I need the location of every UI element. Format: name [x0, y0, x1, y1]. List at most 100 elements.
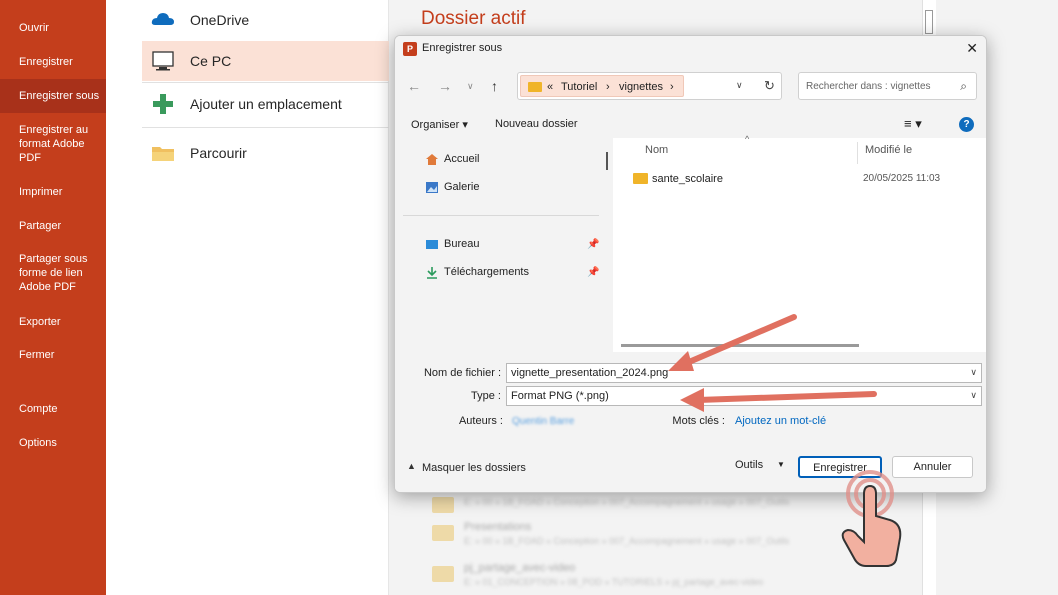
column-header-modified[interactable]: Modifié le: [865, 144, 912, 156]
up-arrow-icon[interactable]: ↑: [491, 78, 498, 94]
new-folder-button[interactable]: Nouveau dossier: [495, 118, 578, 130]
location-onedrive[interactable]: OneDrive: [142, 0, 390, 40]
computer-icon: [152, 51, 174, 71]
column-header-name[interactable]: Nom: [645, 144, 668, 156]
folder-name: Presentations: [464, 521, 532, 533]
breadcrumb-overflow[interactable]: «: [547, 81, 553, 93]
hide-folders-button[interactable]: Masquer les dossiers: [422, 462, 526, 474]
scrollbar[interactable]: [606, 152, 608, 170]
folder-icon: [432, 497, 454, 513]
folder-icon: [528, 82, 542, 92]
forward-arrow-icon[interactable]: →: [438, 78, 452, 94]
keywords-label: Mots clés :: [672, 415, 725, 427]
powerpoint-icon: P: [403, 42, 417, 56]
click-hand-icon: [841, 470, 902, 567]
folder-path: E: » 01_CONCEPTION » 08_POD » TUTORIELS …: [464, 577, 764, 587]
location-label: Ajouter un emplacement: [190, 96, 342, 112]
chevron-down-icon[interactable]: ∨: [736, 80, 743, 91]
menu-partager[interactable]: Partager: [19, 219, 103, 233]
column-separator[interactable]: [857, 142, 858, 164]
file-modified: 20/05/2025 11:03: [863, 173, 941, 184]
section-title: Dossier actif: [421, 8, 526, 29]
location-label: OneDrive: [190, 12, 250, 28]
nav-item-label: Téléchargements: [444, 266, 529, 278]
chevron-down-icon[interactable]: ∨: [970, 390, 977, 401]
menu-exporter[interactable]: Exporter: [19, 315, 103, 329]
menu-enregistrer-sous[interactable]: Enregistrer sous: [0, 79, 106, 113]
file-name: sante_scolaire: [652, 173, 723, 185]
breadcrumb-separator[interactable]: ›: [606, 81, 610, 93]
authors-value[interactable]: Quentin Barre: [512, 416, 574, 427]
breadcrumb-vignettes[interactable]: vignettes: [619, 81, 663, 93]
tools-button[interactable]: Outils: [735, 459, 763, 471]
menu-compte[interactable]: Compte: [19, 402, 103, 416]
search-input[interactable]: Rechercher dans : vignettes ⌕: [798, 72, 977, 100]
type-value: Format PNG (*.png): [511, 390, 609, 402]
folder-icon: [432, 525, 454, 541]
divider: [142, 82, 400, 83]
folder-name: pj_partage_avec-video: [464, 562, 576, 574]
type-label: Type :: [471, 390, 501, 402]
location-parcourir[interactable]: Parcourir: [142, 133, 390, 173]
folder-icon: [633, 173, 648, 184]
annotation-arrow-icon: [668, 314, 797, 371]
menu-ouvrir[interactable]: Ouvrir: [19, 21, 103, 35]
desktop-icon: [426, 240, 438, 249]
dialog-titlebar: P Enregistrer sous ✕: [395, 36, 986, 62]
menu-imprimer[interactable]: Imprimer: [19, 185, 103, 199]
menu-options[interactable]: Options: [19, 436, 103, 450]
save-locations: OneDrive Ce PC Ajouter un emplacement Pa…: [106, 0, 400, 595]
pin-icon[interactable]: 📌: [587, 267, 599, 278]
refresh-icon[interactable]: ↻: [764, 78, 775, 94]
search-placeholder: Rechercher dans : vignettes: [806, 81, 931, 92]
menu-fermer[interactable]: Fermer: [19, 348, 103, 362]
nav-item-label: Galerie: [444, 181, 480, 193]
gallery-icon: [426, 182, 438, 193]
menu-partager-lien-pdf[interactable]: Partager sous forme de lien Adobe PDF: [19, 252, 103, 294]
menu-enregistrer[interactable]: Enregistrer: [19, 55, 103, 69]
divider: [403, 215, 599, 216]
navigation-pane: Accueil Galerie Bureau 📌 Téléchargements…: [395, 138, 613, 352]
scrollbar-thumb[interactable]: [925, 10, 933, 34]
nav-item-label: Accueil: [444, 153, 480, 165]
view-menu-icon[interactable]: ≡ ▾: [904, 116, 922, 132]
dialog-toolbar: Organiser ▾ Nouveau dossier ≡ ▾ ?: [395, 110, 986, 138]
save-as-dialog: P Enregistrer sous ✕ ← → ∨ ↑ « Tutoriel …: [394, 35, 987, 493]
chevron-down-icon[interactable]: ▼: [777, 460, 785, 469]
keywords-link[interactable]: Ajoutez un mot-clé: [735, 415, 826, 427]
chevron-down-icon[interactable]: ∨: [467, 81, 474, 92]
download-icon: [427, 267, 437, 279]
chevron-down-icon[interactable]: ∨: [970, 367, 977, 378]
backstage-menu: Ouvrir Enregistrer Enregistrer sous Enre…: [0, 0, 106, 595]
folder-path: E: » 00 » 1B_FOAD » Conception » 007_Acc…: [464, 497, 790, 507]
chevron-up-icon[interactable]: ▲: [407, 461, 416, 471]
search-icon: ⌕: [960, 79, 967, 93]
organize-button[interactable]: Organiser ▾: [411, 118, 468, 131]
folder-icon: [152, 147, 174, 161]
dialog-title: Enregistrer sous: [422, 42, 503, 54]
location-ajouter[interactable]: Ajouter un emplacement: [142, 84, 390, 124]
back-arrow-icon[interactable]: ←: [407, 78, 421, 94]
breadcrumb-tutoriel[interactable]: Tutoriel: [561, 81, 597, 93]
sort-arrow-icon: ^: [745, 134, 750, 144]
breadcrumb: « Tutoriel › vignettes ›: [520, 75, 684, 97]
authors-label: Auteurs :: [458, 415, 503, 427]
filename-label: Nom de fichier :: [423, 367, 501, 379]
divider: [142, 127, 400, 128]
breadcrumb-separator[interactable]: ›: [670, 81, 674, 93]
help-icon[interactable]: ?: [959, 117, 974, 132]
close-icon[interactable]: ✕: [966, 40, 978, 57]
filename-value: vignette_presentation_2024.png: [511, 367, 669, 379]
annotation-arrow-icon: [680, 388, 877, 412]
location-label: Parcourir: [190, 145, 247, 161]
address-bar[interactable]: « Tutoriel › vignettes › ∨ ↻: [517, 72, 782, 100]
folder-path: E: » 00 » 1B_FOAD » Conception » 007_Acc…: [464, 536, 790, 546]
navigation-bar: ← → ∨ ↑ « Tutoriel › vignettes › ∨ ↻ Rec…: [395, 62, 986, 110]
table-row[interactable]: sante_scolaire 20/05/2025 11:03: [633, 170, 973, 190]
pin-icon[interactable]: 📌: [587, 239, 599, 250]
menu-enregistrer-pdf[interactable]: Enregistrer au format Adobe PDF: [19, 123, 103, 165]
location-ce-pc[interactable]: Ce PC: [142, 41, 390, 81]
cloud-icon: [151, 13, 174, 25]
folder-icon: [432, 566, 454, 582]
home-icon: [426, 154, 438, 165]
